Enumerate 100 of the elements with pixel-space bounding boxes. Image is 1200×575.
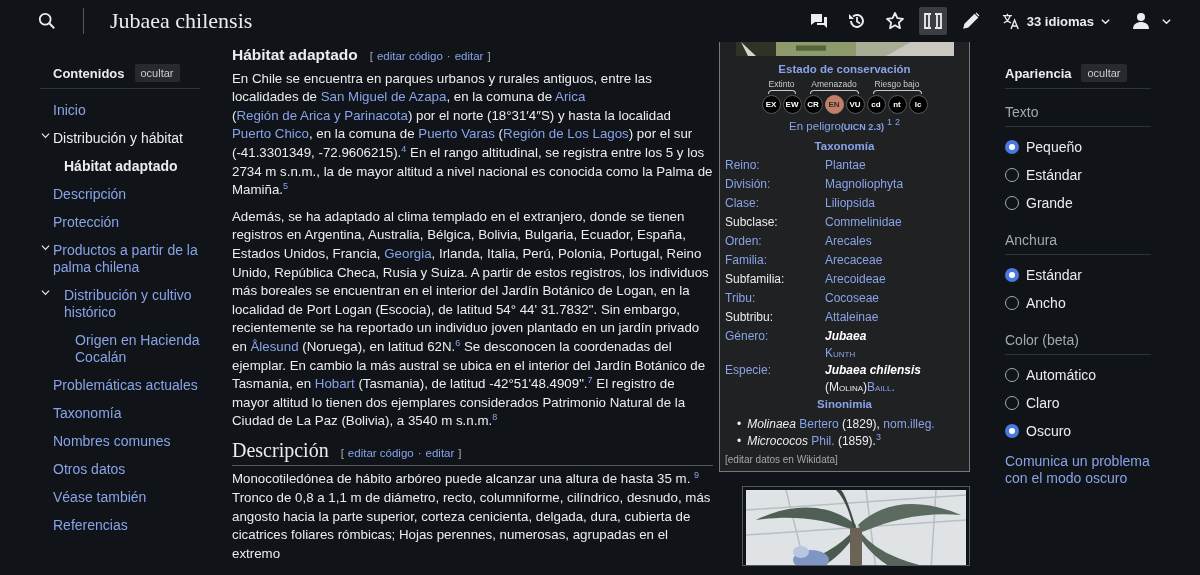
- rank-link[interactable]: Orden:: [725, 232, 825, 251]
- toc-link[interactable]: Distribución y hábitat: [53, 125, 183, 153]
- text-link[interactable]: Ålesund: [250, 338, 299, 354]
- option-label: Pequeño: [1026, 139, 1083, 155]
- reference-link[interactable]: 6: [455, 337, 461, 348]
- appearance-title: Apariencia: [1005, 65, 1072, 81]
- rank-link[interactable]: Género:: [725, 327, 825, 361]
- option-label: Oscuro: [1026, 423, 1072, 439]
- rank-link[interactable]: Especie:: [725, 361, 825, 395]
- reference-link[interactable]: 5: [283, 180, 288, 191]
- text-link[interactable]: Arica: [555, 89, 586, 105]
- search-icon[interactable]: [38, 12, 56, 30]
- status-circle: CR: [803, 95, 823, 114]
- toolbar-button[interactable]: [918, 7, 947, 35]
- bracket-text: ]: [458, 445, 462, 461]
- option-group-label: Color (beta): [1005, 325, 1151, 355]
- reference-link[interactable]: 4: [401, 143, 407, 154]
- status-group-label: Amenazado: [811, 79, 857, 89]
- taxon-name: Jubaea chilensis: [825, 363, 922, 377]
- radio-button[interactable]: [1005, 268, 1019, 282]
- taxon-link[interactable]: Arecaceae: [825, 253, 883, 267]
- edit-source-link[interactable]: editar código: [347, 443, 414, 463]
- taxon-link[interactable]: Plantae: [825, 158, 866, 172]
- chevron-down-icon[interactable]: [41, 243, 50, 252]
- hide-button[interactable]: ocultar: [1081, 64, 1127, 82]
- author-link[interactable]: Baill.: [867, 380, 895, 394]
- status-group-label: Extinto: [768, 79, 795, 89]
- reference-link[interactable]: 8: [492, 411, 498, 422]
- author-link[interactable]: Kunth: [825, 346, 856, 360]
- taxon-link[interactable]: Commelinidae: [825, 215, 902, 229]
- language-button[interactable]: 33 idiomas: [1000, 12, 1111, 30]
- chevron-down-icon[interactable]: [41, 288, 50, 297]
- toc-link[interactable]: Inicio: [53, 97, 86, 125]
- rank-link[interactable]: División:: [725, 175, 825, 194]
- taxon-link[interactable]: Magnoliophyta: [825, 177, 904, 191]
- taxon-link[interactable]: Cocoseae: [825, 291, 880, 305]
- paragraph: En Chile se encuentra en parques urbanos y rurales antiguos, entre las localidades de San Miguel de Azapa, en la comuna de Arica (Región de Arica y Parinacota) por el norte (18°31′4″S) y hasta la localidad Puerto Chico, en la comuna de Puerto Varas (Región de Los Lagos) por el sur (-41.3301349, -72.9606215).$^{4}$ En el rango altitudinal, se registra entre los 5 y los 2734 m s.n.m., la de mayor altitud a nivel nacional es conocida como la Palma de Mamiña.$^{5}$: [232, 69, 713, 200]
- toc-link[interactable]: Véase también: [53, 484, 147, 512]
- paragraph: Además, se ha adaptado al clima templado en el extranjero, donde se tienen registros en Argentina, Australia, Bélgica, Bolivia, Bulgaria, Ecuador, España, Estados Unidos, Francia, Georgia, Irlanda, Italia, Perú, Polonia, Portugal, Reino Unido, República Checa, Rusia y Suiza. A partir de estos registros, los individuos más boreales se encuentran en el interior del Jardín Botánico de Logan, en la localidad de Port Logan (Escocia), de latitud 54° 44' 31.7832". Sin embargo, recientemente se ha reportado un individuo joven plantado en un jardín privado en Ålesund (Noruega), en latitud 62N.$^{6}$ Se desconocen la coordenadas del ejemplar. En cambio la más austral se ubica en el interior del Jardín Botánico de Tasmania, en Hobart (Tasmania), de latitud -42°51'48.4909".$^{7}$ El registro de mayor altitud lo tienen dos ejemplares considerados Patrimonio Natural de la Ciudad de La Paz (Bolivia), a 3540 m s.n.m.$^{8}$: [232, 207, 710, 431]
- rank-link[interactable]: Clase:: [725, 194, 825, 213]
- toc-link[interactable]: Productos a partir de la palma chilena: [53, 237, 200, 282]
- toc-link[interactable]: Descripción: [53, 181, 127, 209]
- radio-button[interactable]: [1005, 140, 1019, 154]
- bracket-text: ]: [487, 49, 491, 64]
- status-link[interactable]: En peligro: [789, 120, 841, 132]
- edit-link[interactable]: editar: [425, 443, 455, 463]
- section-heading: Descripción: [232, 440, 329, 460]
- toc-link[interactable]: Otros datos: [53, 456, 126, 484]
- text-link[interactable]: Phil.: [811, 434, 835, 448]
- taxon-link[interactable]: Liliopsida: [825, 196, 876, 210]
- infobox-heading: Estado de conservación: [777, 62, 912, 77]
- rank-link[interactable]: Tribu:: [725, 289, 825, 308]
- report-link[interactable]: Comunica un problema con el modo oscuro: [1005, 453, 1151, 487]
- user-menu-button[interactable]: [1131, 11, 1172, 31]
- edit-link[interactable]: editar: [454, 47, 484, 66]
- toc-link[interactable]: Origen en Hacienda Cocalán: [75, 327, 200, 372]
- text-link[interactable]: Georgia: [384, 245, 432, 261]
- wikidata-edit-link[interactable]: [editar datos en Wikidata]: [725, 454, 964, 465]
- taxon-link[interactable]: Attaleinae: [825, 310, 879, 324]
- radio-button[interactable]: [1005, 424, 1019, 438]
- paragraph: Monocotiledónea de hábito arbóreo puede alcanzar una altura de hasta 35 m. $^{9}$ Tronco de 0,8 a 1,1 m de diámetro, recto, columniforme, cilíndrico, desnudo, más angosto hacia la parte superior, corteza cenicienta, delgada, dura, cubierta de cicatrices foliares rómbicas; Hojas perennes, numerosas, agrupadas en el extremo: [232, 470, 712, 563]
- taxon-link[interactable]: Arecoideae: [825, 272, 886, 286]
- page-title: Jubaea chilensis: [110, 8, 253, 34]
- reference-link[interactable]: 9: [694, 470, 700, 481]
- text-link[interactable]: Bertero: [799, 417, 839, 431]
- synonym-item: Micrococos Phil. (1859).$^{3}$: [747, 433, 881, 450]
- chevron-down-icon[interactable]: [41, 131, 50, 140]
- toc-title: Contenidos: [53, 65, 125, 81]
- hide-button[interactable]: ocultar: [134, 64, 180, 82]
- text-link[interactable]: nom.illeg.: [883, 417, 935, 431]
- reference-link[interactable]: 1: [886, 117, 892, 128]
- toc-link[interactable]: Taxonomía: [53, 400, 122, 428]
- toc-link[interactable]: Protección: [53, 209, 120, 237]
- rank-link[interactable]: Familia:: [725, 251, 825, 270]
- status-circle: lc: [908, 95, 928, 114]
- option-label: Estándar: [1026, 167, 1083, 183]
- option-group-label: Texto: [1005, 97, 1151, 127]
- author-text: (Molina): [825, 380, 867, 394]
- toc-link[interactable]: Hábitat adaptado: [64, 153, 178, 181]
- history-icon: [846, 11, 867, 31]
- text-link[interactable]: Hobart: [314, 376, 355, 392]
- toc-link[interactable]: Distribución y cultivo histórico: [64, 282, 200, 327]
- infobox-heading: Sinonimia: [816, 397, 873, 412]
- text-link[interactable]: Puerto Varas: [418, 126, 495, 142]
- text-link[interactable]: Región de Arica y Parinacota: [236, 107, 408, 123]
- reference-link[interactable]: 2: [894, 117, 900, 128]
- taxon-link[interactable]: Arecales: [825, 234, 872, 248]
- toc-link[interactable]: Referencias: [53, 512, 128, 540]
- text-link[interactable]: Puerto Chico: [232, 126, 309, 142]
- reference-link[interactable]: 3: [875, 432, 881, 442]
- toc-link[interactable]: Problemáticas actuales: [53, 372, 198, 400]
- text-link[interactable]: Región de Los Lagos: [503, 126, 629, 142]
- option-group-label: Anchura: [1005, 225, 1151, 255]
- rank-label: Subfamilia:: [725, 271, 786, 288]
- reference-link[interactable]: 7: [587, 374, 593, 385]
- edit-source-link[interactable]: editar código: [376, 47, 443, 66]
- toc-link[interactable]: Nombres comunes: [53, 428, 171, 456]
- separator-text: ·: [446, 49, 451, 64]
- rank-link[interactable]: Reino:: [725, 156, 825, 175]
- bullet: •: [737, 433, 742, 450]
